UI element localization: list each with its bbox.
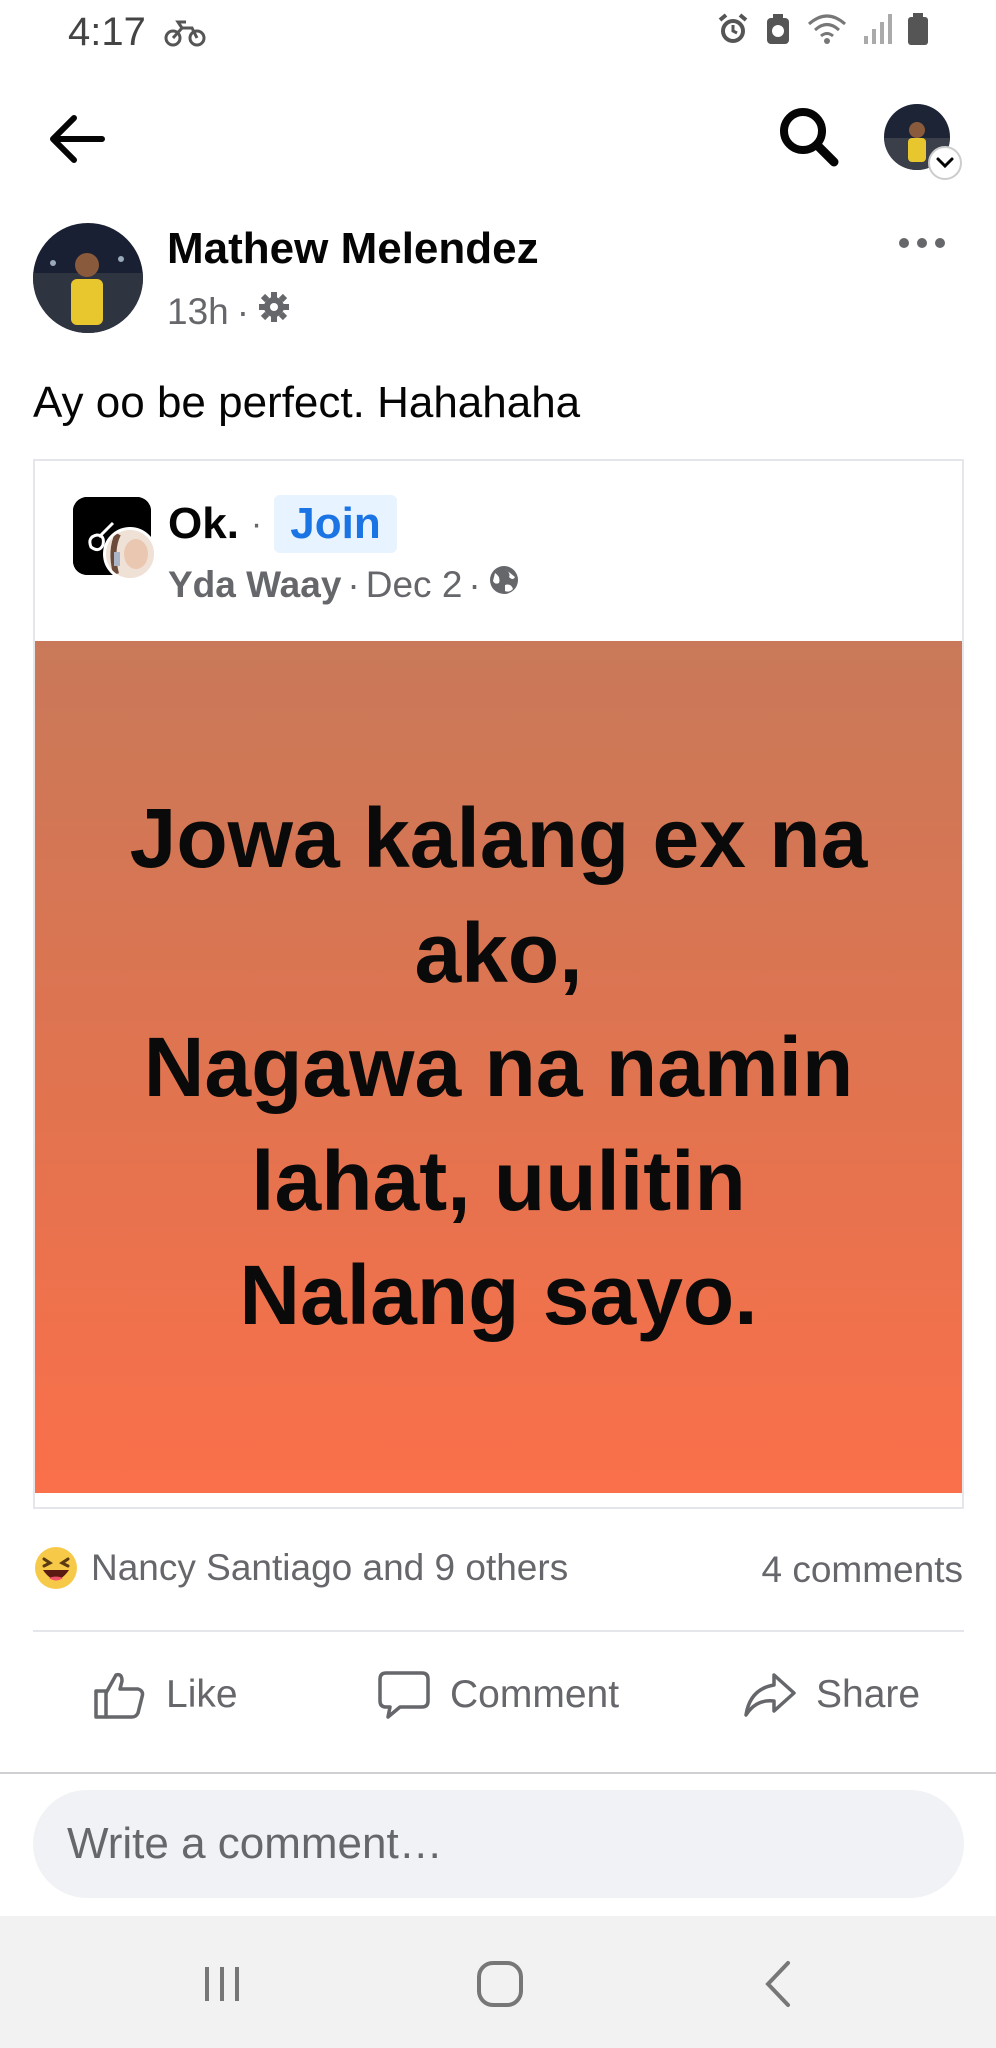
like-button[interactable]: Like [92,1660,238,1730]
profile-button[interactable] [884,104,962,180]
home-icon [477,1961,523,2007]
like-label: Like [166,1673,238,1716]
meta-separator: · [468,563,481,605]
group-avatar[interactable] [73,497,157,581]
group-header: Ok. · Join [168,495,397,553]
signal-icon [862,12,892,46]
reaction-text[interactable]: Nancy Santiago and 9 others [91,1547,568,1589]
wifi-icon [806,12,848,46]
alarm-icon [716,12,750,46]
recents-icon [205,1967,239,2001]
search-icon [780,108,839,167]
globe-icon [487,563,521,606]
comment-button[interactable]: Comment [376,1660,619,1730]
image-text: Jowa kalang ex na ako, Nagawa na namin l… [129,791,868,1343]
group-name[interactable]: Ok. [168,499,239,549]
comment-bubble-icon [378,1671,430,1719]
author-name[interactable]: Mathew Melendez [167,224,539,274]
chevron-left-icon [765,1961,790,2007]
status-icons [716,12,930,46]
system-back-button[interactable] [748,1954,808,2014]
status-bar: 4:17 [0,0,996,66]
home-button[interactable] [470,1954,530,2014]
poster-name[interactable]: Yda Waay [168,564,341,606]
post-text: Ay oo be perfect. Hahahaha [33,378,581,427]
post-actions: Like Comment Share [0,1660,996,1730]
share-button[interactable]: Share [742,1660,920,1730]
back-button[interactable] [44,106,110,172]
comments-count[interactable]: 4 comments [761,1549,963,1591]
battery-saver-icon [764,12,792,46]
meta-separator: · [347,563,360,605]
poster-avatar [103,527,157,581]
haha-emoji-icon [33,1545,79,1591]
system-nav-bar [0,1916,996,2048]
meta-separator: · [236,290,250,332]
arrow-left-icon [50,115,105,163]
shared-post-meta: Yda Waay · Dec 2 · [168,563,521,606]
comment-input[interactable]: Write a comment… [33,1790,964,1898]
share-arrow-icon [744,1673,796,1717]
post-meta: 13h · [167,290,291,333]
comment-label: Comment [450,1673,620,1716]
divider [0,1772,996,1774]
author-avatar[interactable] [33,223,143,333]
more-options-button[interactable] [896,228,948,258]
battery-icon [906,12,930,46]
shared-post-date[interactable]: Dec 2 [366,564,463,606]
reaction-summary[interactable]: Nancy Santiago and 9 others [33,1545,568,1591]
divider [33,1630,964,1632]
status-time: 4:17 [68,10,146,54]
share-label: Share [816,1673,921,1716]
shared-post-card[interactable]: Ok. · Join Yda Waay · Dec 2 · Jowa kalan… [33,459,964,1509]
more-horizontal-icon [899,238,945,248]
motorcycle-icon [164,14,206,48]
gear-icon [257,290,291,333]
group-separator: · [250,504,263,543]
post-time[interactable]: 13h [167,291,229,333]
thumbs-up-icon [94,1672,145,1719]
recent-apps-button[interactable] [192,1954,252,2014]
search-button[interactable] [774,102,844,172]
shared-post-image[interactable]: Jowa kalang ex na ako, Nagawa na namin l… [35,641,962,1493]
join-button[interactable]: Join [274,495,397,553]
chevron-down-icon [928,146,962,180]
